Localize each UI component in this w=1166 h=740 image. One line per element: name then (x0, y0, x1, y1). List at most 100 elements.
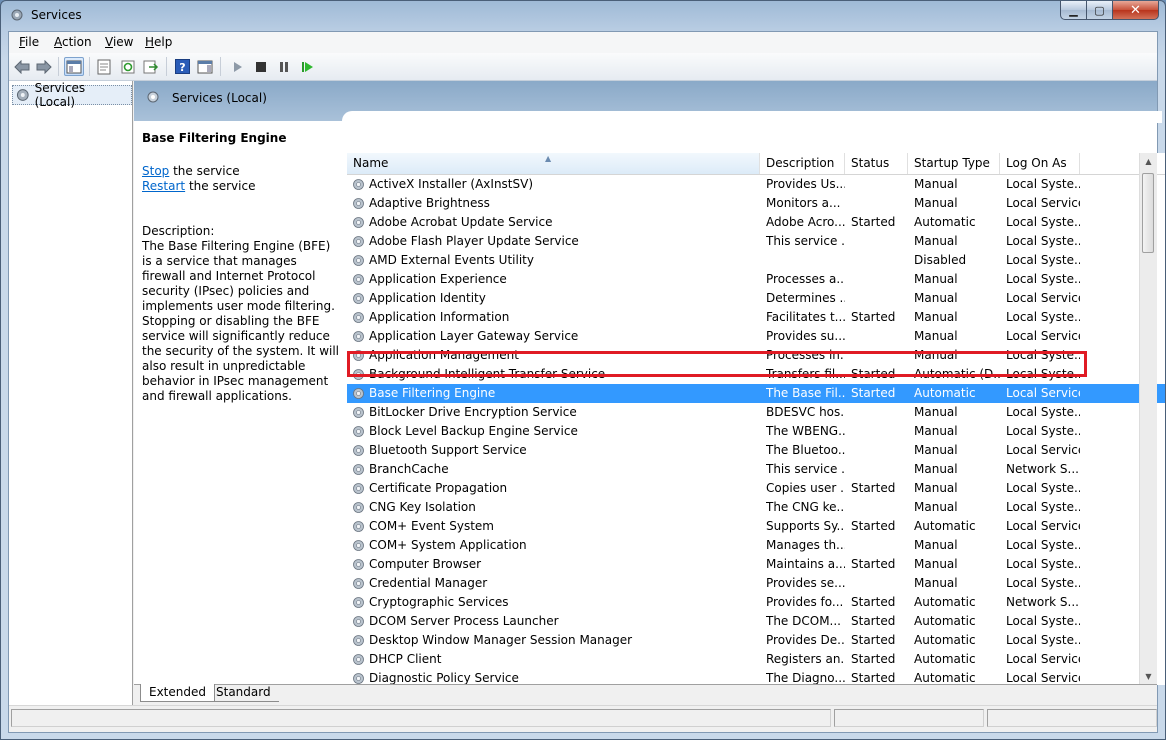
cell-startup: Manual (914, 557, 958, 571)
table-row[interactable]: Credential Manager Provides se... Manual Lo… (347, 574, 1165, 593)
refresh-button[interactable] (118, 57, 138, 76)
menu-file[interactable]: File (19, 35, 39, 49)
table-row[interactable]: Block Level Backup Engine Service The WBE… (347, 422, 1165, 441)
table-row[interactable]: Application Identity Determines ... Manual… (347, 289, 1165, 308)
service-gear-icon (351, 671, 366, 685)
table-row[interactable]: CNG Key Isolation The CNG ke... Manual Loca… (347, 498, 1165, 517)
cell-status (851, 232, 908, 251)
table-row[interactable]: Certificate Propagation Copies user ... St… (347, 479, 1165, 498)
table-row[interactable]: COM+ Event System Supports Sy... Started Au… (347, 517, 1165, 536)
table-row[interactable]: Application Information Facilitates t... S… (347, 308, 1165, 327)
table-row[interactable]: Desktop Window Manager Session Manager Pr… (347, 631, 1165, 650)
table-row[interactable]: COM+ System Application Manages th... Manu… (347, 536, 1165, 555)
forward-button[interactable] (34, 57, 54, 76)
service-gear-icon (351, 405, 366, 420)
menu-view[interactable]: View (105, 35, 133, 49)
service-gear-icon (351, 424, 366, 439)
table-row[interactable]: Application Experience Processes a... Manu… (347, 270, 1165, 289)
table-row[interactable]: Computer Browser Maintains a... Started Man… (347, 555, 1165, 574)
table-row[interactable]: Adaptive Brightness Monitors a... Manual Lo… (347, 194, 1165, 213)
service-gear-icon (351, 576, 366, 591)
table-row[interactable]: Adobe Flash Player Update Service This se… (347, 232, 1165, 251)
cell-status (851, 194, 908, 213)
cell-startup: Manual (914, 462, 958, 476)
cell-status (851, 270, 908, 289)
cell-desc: The DCOM... (766, 614, 841, 628)
column-startup-type[interactable]: Startup Type (908, 153, 1000, 174)
column-startup-type-label: Startup Type (914, 156, 990, 170)
table-row[interactable]: Background Intelligent Transfer Service T… (347, 365, 1165, 384)
vertical-scrollbar[interactable]: ▲ ▼ (1139, 153, 1157, 685)
cell-name: Adobe Flash Player Update Service (369, 234, 579, 248)
tab-standard[interactable]: Standard (208, 684, 279, 702)
table-row[interactable]: BranchCache This service ... Manual Network… (347, 460, 1165, 479)
cell-status (851, 175, 908, 194)
table-row[interactable]: Application Management Processes in... Man… (347, 346, 1165, 365)
status-segment-2 (834, 709, 984, 727)
close-button[interactable]: ✕ (1113, 1, 1159, 20)
menu-help[interactable]: Help (145, 35, 172, 49)
service-gear-icon (351, 291, 366, 306)
restart-service-link[interactable]: Restart (142, 179, 185, 193)
cell-name: COM+ Event System (369, 519, 494, 533)
service-gear-icon (351, 196, 366, 211)
title-bar[interactable]: Services ▁ ▢ ✕ (1, 1, 1165, 31)
show-action-pane-icon (197, 60, 213, 73)
table-row[interactable]: Application Layer Gateway Service Provide… (347, 327, 1165, 346)
table-row[interactable]: Bluetooth Support Service The Bluetoo... M… (347, 441, 1165, 460)
column-description[interactable]: Description (760, 153, 845, 174)
properties-button[interactable] (94, 57, 114, 76)
start-service-icon (234, 61, 242, 72)
show-hide-console-tree-button[interactable] (64, 57, 84, 76)
cell-name: Cryptographic Services (369, 595, 509, 609)
table-row[interactable]: DHCP Client Registers an... Started Automat… (347, 650, 1165, 669)
cell-status: Started (851, 671, 896, 685)
cell-status (851, 536, 908, 555)
svg-text:?: ? (179, 61, 185, 74)
service-gear-icon (351, 633, 366, 648)
pause-service-button[interactable] (274, 57, 294, 76)
cell-status (851, 346, 908, 365)
table-row[interactable]: Adobe Acrobat Update Service Adobe Acro..… (347, 213, 1165, 232)
tab-extended[interactable]: Extended (140, 684, 215, 702)
start-service-button[interactable] (228, 57, 248, 76)
help-button[interactable]: ? (172, 57, 192, 76)
tree-item-services-local[interactable]: Services (Local) (12, 81, 132, 109)
table-row[interactable]: Diagnostic Policy Service The Diagno... St… (347, 669, 1165, 685)
column-name[interactable]: Name ▲ (347, 153, 760, 174)
cell-logon: Local Service (1006, 291, 1080, 305)
client-area: File Action View Help ? Services (Local)… (8, 31, 1165, 733)
scroll-down-icon[interactable]: ▼ (1140, 668, 1157, 685)
show-action-pane-button[interactable] (195, 57, 215, 76)
cell-name: Adaptive Brightness (369, 196, 490, 210)
cell-status: Started (851, 652, 896, 666)
service-gear-icon (351, 557, 366, 572)
menu-action[interactable]: Action (54, 35, 92, 49)
console-tree: Services (Local) (9, 81, 133, 705)
stop-service-button[interactable] (251, 57, 271, 76)
cell-name: Credential Manager (369, 576, 488, 590)
maximize-button[interactable]: ▢ (1087, 1, 1113, 20)
cell-logon: Local Service (1006, 196, 1080, 210)
cell-logon: Local Syste... (1006, 234, 1080, 248)
stop-service-link[interactable]: Stop (142, 164, 169, 178)
table-row[interactable]: ActiveX Installer (AxInstSV) Provides Us.… (347, 175, 1165, 194)
column-status[interactable]: Status (845, 153, 908, 174)
table-row[interactable]: DCOM Server Process Launcher The DCOM... S… (347, 612, 1165, 631)
table-row[interactable]: BitLocker Drive Encryption Service BDESVC… (347, 403, 1165, 422)
scroll-thumb[interactable] (1142, 173, 1154, 253)
back-button[interactable] (12, 57, 32, 76)
cell-desc: Provides De... (766, 633, 845, 647)
table-row[interactable]: AMD External Events Utility Disabled Local… (347, 251, 1165, 270)
scroll-up-icon[interactable]: ▲ (1140, 153, 1157, 170)
minimize-button[interactable]: ▁ (1060, 1, 1087, 20)
column-log-on-as[interactable]: Log On As (1000, 153, 1080, 174)
cell-desc: This service ... (766, 234, 845, 248)
export-list-button[interactable] (141, 57, 161, 76)
restart-service-button[interactable] (298, 57, 318, 76)
table-row[interactable]: Base Filtering Engine The Base Fil... Star… (347, 384, 1165, 403)
status-bar (9, 705, 1157, 732)
table-row[interactable]: Cryptographic Services Provides fo... Star… (347, 593, 1165, 612)
cell-startup: Automatic (D... (914, 367, 1000, 381)
cell-desc: Maintains a... (766, 557, 845, 571)
